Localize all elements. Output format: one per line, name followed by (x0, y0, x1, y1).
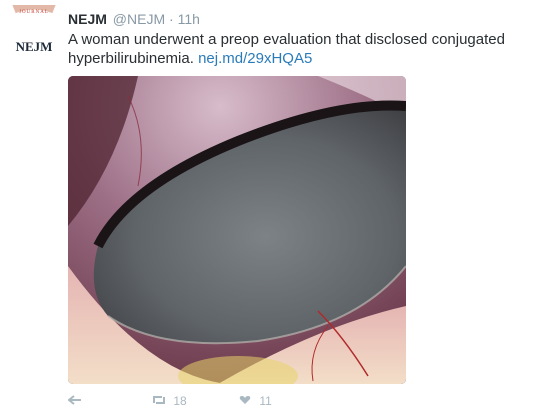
heart-icon (238, 394, 252, 404)
tweet-text: A woman underwent a preop evaluation tha… (68, 30, 528, 68)
tweet-header: NEJM @NEJM · 11h (68, 11, 200, 27)
retweet-button[interactable]: 18 (152, 394, 187, 408)
reply-button[interactable] (67, 394, 82, 408)
retweet-icon (152, 394, 166, 404)
tweet[interactable]: JOURNAL NEJM NEJM @NEJM · 11h A woman un… (0, 0, 546, 408)
tweet-timestamp[interactable]: 11h (178, 11, 200, 27)
tweet-link[interactable]: nej.md/29xHQA5 (198, 50, 312, 67)
tweet-actions: 18 11 (67, 394, 368, 408)
nejm-logo-icon: JOURNAL NEJM (12, 5, 56, 54)
tweet-photo[interactable] (68, 76, 406, 384)
avatar-wordmark: NEJM (16, 39, 53, 54)
svg-text:JOURNAL: JOURNAL (19, 10, 49, 15)
author-name[interactable]: NEJM (68, 11, 107, 27)
laparoscopic-photo-image (68, 76, 406, 384)
like-button[interactable]: 11 (238, 394, 272, 408)
avatar[interactable]: JOURNAL NEJM (10, 5, 58, 60)
retweet-count: 18 (173, 394, 187, 408)
author-handle[interactable]: @NEJM (113, 11, 165, 27)
meta-separator: · (169, 11, 174, 27)
reply-icon (67, 394, 82, 405)
like-count: 11 (259, 394, 272, 408)
